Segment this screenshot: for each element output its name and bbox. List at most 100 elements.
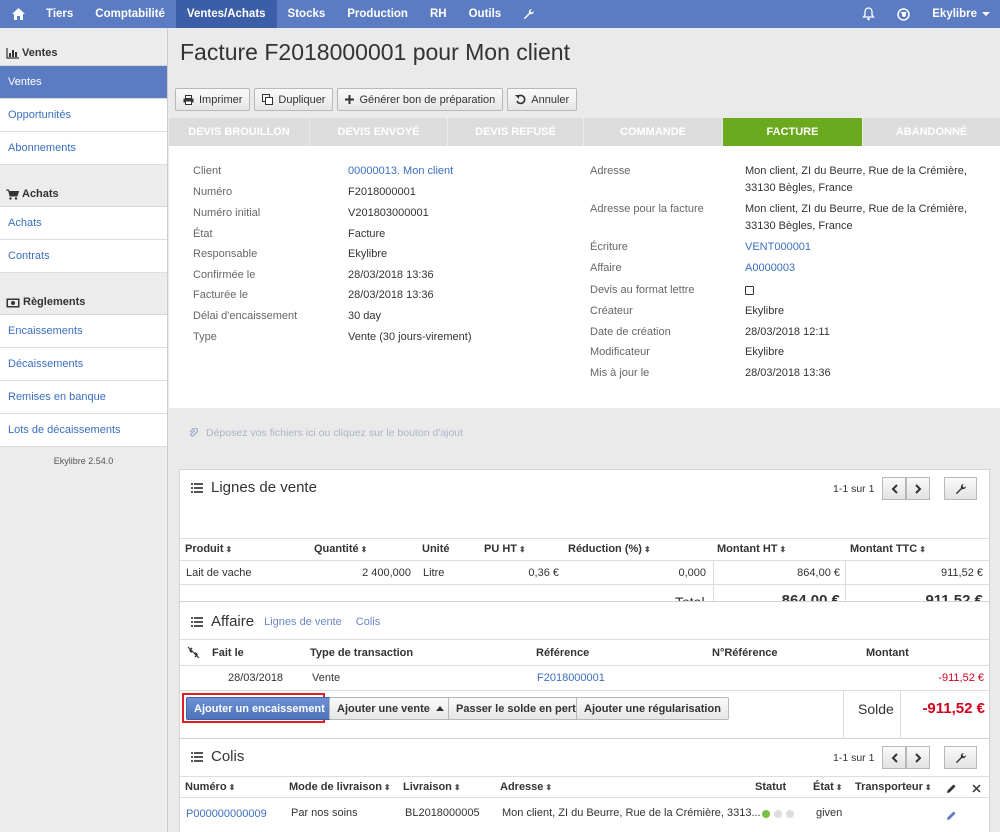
list-icon [191, 616, 203, 627]
nav-item-outils[interactable]: Outils [458, 0, 513, 28]
column-header-montant-ttc[interactable]: Montant TTC ⬍ [850, 543, 926, 555]
sidebar-item-remises-en-banque[interactable]: Remises en banque [0, 381, 167, 414]
step-abandonne[interactable]: ABANDONNÉ [863, 118, 1000, 146]
pencil-icon[interactable] [946, 783, 957, 794]
undo-icon [515, 94, 526, 105]
generate-preparation-button[interactable]: Générer bon de préparation [337, 88, 504, 111]
globe-icon[interactable] [886, 0, 921, 28]
detail-value: Ekylibre [745, 305, 785, 317]
parcels-settings-button[interactable] [944, 746, 977, 769]
column-header-montant-ht[interactable]: Montant HT ⬍ [717, 543, 786, 555]
wrench-icon [955, 752, 966, 763]
tab-link-lignes-de-vente[interactable]: Lignes de vente [264, 616, 342, 628]
sales-lines-title: Lignes de vente [211, 479, 317, 496]
close-icon[interactable] [972, 784, 981, 793]
sort-icon: ⬍ [779, 545, 787, 554]
bell-icon[interactable] [851, 0, 886, 28]
add-regularisation-button[interactable]: Ajouter une régularisation [576, 697, 729, 720]
journal-entry-link[interactable]: VENT000001 [745, 241, 811, 262]
column-header-etat[interactable]: État ⬍ [813, 781, 842, 793]
detail-label: Facturée le [193, 289, 249, 301]
bar-chart-icon [6, 48, 19, 59]
plus-icon [345, 95, 355, 104]
file-dropzone[interactable]: Déposez vos fichiers ici ou cliquez sur … [169, 408, 1000, 458]
sidebar-item-opportunites[interactable]: Opportunités [0, 99, 167, 132]
step-devis-refuse[interactable]: DEVIS REFUSÉ [448, 118, 584, 146]
cell-numero-link[interactable]: P000000000009 [186, 808, 267, 820]
sidebar-item-contrats[interactable]: Contrats [0, 240, 167, 273]
client-link[interactable]: 00000013. Mon client [348, 165, 453, 186]
detail-value: 28/03/2018 13:36 [348, 289, 434, 301]
header-label: Livraison [403, 781, 452, 793]
sidebar-item-ventes[interactable]: Ventes [0, 66, 167, 99]
divider [180, 690, 989, 691]
header-label: PU HT [484, 543, 517, 555]
add-sale-button[interactable]: Ajouter une vente [329, 697, 452, 720]
sidebar-item-decaissements[interactable]: Décaissements [0, 348, 167, 381]
header-label: État [813, 781, 834, 793]
step-facture[interactable]: FACTURE [723, 118, 863, 146]
column-header-numero[interactable]: Numéro ⬍ [185, 781, 235, 793]
status-light-off [774, 810, 782, 818]
write-off-balance-button[interactable]: Passer le solde en perte [448, 697, 590, 720]
balance-value: -911,52 € [922, 700, 985, 717]
add-payment-button[interactable]: Ajouter un encaissement [186, 697, 333, 720]
sidebar-item-encaissements[interactable]: Encaissements [0, 315, 167, 348]
detail-label: Écriture [590, 241, 628, 253]
duplicate-button[interactable]: Dupliquer [254, 88, 334, 111]
sales-lines-settings-button[interactable] [944, 477, 977, 500]
tab-link-colis[interactable]: Colis [356, 616, 380, 628]
column-header-adresse[interactable]: Adresse ⬍ [500, 781, 552, 793]
column-header-quantite[interactable]: Quantité ⬍ [314, 543, 367, 555]
unlink-icon[interactable] [187, 646, 200, 659]
column-header-transporteur[interactable]: Transporteur ⬍ [855, 781, 932, 793]
detail-value: Ekylibre [745, 346, 785, 358]
add-sale-button-label: Ajouter une vente [337, 702, 430, 715]
wrench-icon[interactable] [512, 0, 546, 28]
column-header-statut: Statut [755, 781, 787, 793]
nav-item-production[interactable]: Production [336, 0, 419, 28]
previous-page-button[interactable] [882, 477, 907, 500]
column-header-type-transaction: Type de transaction [310, 647, 414, 659]
nav-item-comptabilite[interactable]: Comptabilité [84, 0, 176, 28]
affair-header: Affaire Lignes de vente Colis [191, 613, 380, 630]
nav-item-rh[interactable]: RH [419, 0, 458, 28]
step-commande[interactable]: COMMANDE [584, 118, 723, 146]
address-line: 33130 Bègles, France [745, 182, 853, 194]
affair-link[interactable]: A0000003 [745, 262, 795, 284]
top-navigation-bar: Tiers Comptabilité Ventes/Achats Stocks … [0, 0, 1000, 28]
next-page-button[interactable] [906, 746, 931, 769]
column-header-livraison[interactable]: Livraison ⬍ [403, 781, 461, 793]
detail-label: Devis au format lettre [590, 284, 695, 296]
column-header-reduction[interactable]: Réduction (%) ⬍ [568, 543, 651, 555]
page-title: Facture F2018000001 pour Mon client [180, 39, 570, 65]
print-button[interactable]: Imprimer [175, 88, 251, 111]
home-icon[interactable] [0, 0, 35, 28]
nav-item-ventes-achats[interactable]: Ventes/Achats [175, 0, 277, 28]
sidebar-item-achats[interactable]: Achats [0, 207, 167, 240]
nav-item-tiers[interactable]: Tiers [35, 0, 84, 28]
sidebar-item-abonnements[interactable]: Abonnements [0, 132, 167, 165]
step-devis-envoye[interactable]: DEVIS ENVOYÉ [310, 118, 448, 146]
letter-format-checkbox[interactable] [745, 286, 754, 295]
nav-item-stocks[interactable]: Stocks [277, 0, 337, 28]
next-page-button[interactable] [906, 477, 931, 500]
column-header-mode-livraison[interactable]: Mode de livraison ⬍ [289, 781, 391, 793]
cell-reference-link[interactable]: F2018000001 [537, 672, 605, 684]
column-header-produit[interactable]: Produit ⬍ [185, 543, 232, 555]
detail-label: Date de création [590, 326, 671, 338]
detail-label: Responsable [193, 248, 258, 260]
column-header-n-reference: N°Référence [712, 647, 778, 659]
step-devis-brouillon[interactable]: DEVIS BROUILLON [169, 118, 310, 146]
edit-pencil-icon[interactable] [946, 810, 957, 821]
cart-icon [6, 189, 19, 200]
chevron-right-icon [915, 752, 922, 763]
column-header-montant: Montant [866, 647, 909, 659]
previous-page-button[interactable] [882, 746, 907, 769]
column-header-pu-ht[interactable]: PU HT ⬍ [484, 543, 526, 555]
user-menu[interactable]: Ekylibre [921, 0, 1000, 28]
sidebar-item-lots-de-decaissements[interactable]: Lots de décaissements [0, 414, 167, 447]
wrench-icon [955, 483, 966, 494]
header-label: Quantité [314, 543, 359, 555]
cancel-button[interactable]: Annuler [507, 88, 578, 111]
